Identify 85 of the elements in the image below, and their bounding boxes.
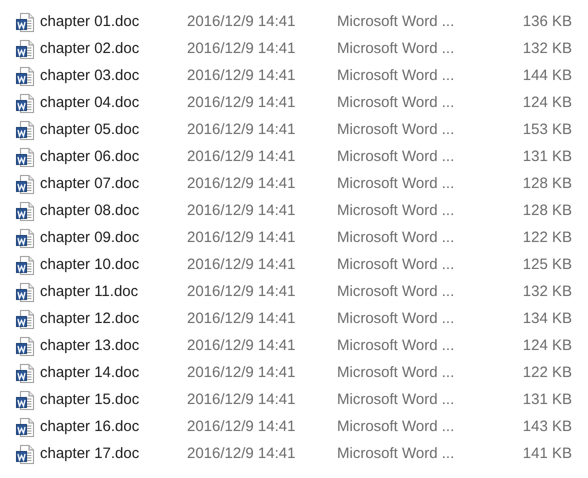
word-document-icon <box>16 283 34 302</box>
file-size: 131 KB <box>522 147 572 168</box>
file-name: chapter 08.doc <box>40 201 140 222</box>
date-modified: 2016/12/9 14:41 <box>187 12 296 32</box>
file-size: 132 KB <box>522 39 572 60</box>
file-size: 134 KB <box>522 309 572 330</box>
word-document-icon <box>16 121 34 140</box>
file-name: chapter 13.doc <box>40 336 140 356</box>
file-name: chapter 15.doc <box>40 390 140 410</box>
word-document-icon <box>16 256 34 275</box>
word-document-icon <box>16 40 34 59</box>
file-type: Microsoft Word ... <box>337 39 456 60</box>
date-modified: 2016/12/9 14:41 <box>187 120 296 140</box>
file-size: 124 KB <box>522 93 572 114</box>
file-name: chapter 09.doc <box>40 228 140 248</box>
file-name: chapter 03.doc <box>40 66 140 86</box>
file-name: chapter 14.doc <box>40 363 140 384</box>
file-name: chapter 07.doc <box>40 174 140 194</box>
file-type: Microsoft Word ... <box>337 66 456 86</box>
file-name: chapter 12.doc <box>40 309 140 330</box>
file-size: 153 KB <box>522 120 572 140</box>
word-document-icon <box>16 13 34 32</box>
file-size: 143 KB <box>522 417 572 438</box>
file-size: 136 KB <box>522 12 572 32</box>
file-type: Microsoft Word ... <box>337 228 456 248</box>
file-type: Microsoft Word ... <box>337 363 456 384</box>
file-size: 122 KB <box>522 228 572 248</box>
file-type: Microsoft Word ... <box>337 255 456 276</box>
word-document-icon <box>16 202 34 221</box>
file-name: chapter 04.doc <box>40 93 140 114</box>
date-modified: 2016/12/9 14:41 <box>187 336 296 356</box>
file-type: Microsoft Word ... <box>337 120 456 140</box>
date-modified: 2016/12/9 14:41 <box>187 93 296 114</box>
word-document-icon <box>16 445 34 464</box>
date-modified: 2016/12/9 14:41 <box>187 201 296 222</box>
date-modified: 2016/12/9 14:41 <box>187 390 296 410</box>
file-size: 144 KB <box>522 66 572 86</box>
file-type: Microsoft Word ... <box>337 336 456 356</box>
word-document-icon <box>16 175 34 194</box>
word-document-icon <box>16 67 34 86</box>
file-type: Microsoft Word ... <box>337 390 456 410</box>
word-document-icon <box>16 94 34 113</box>
file-type: Microsoft Word ... <box>337 417 456 438</box>
file-type: Microsoft Word ... <box>337 12 456 32</box>
file-type: Microsoft Word ... <box>337 309 456 330</box>
date-modified: 2016/12/9 14:41 <box>187 282 296 302</box>
date-modified: 2016/12/9 14:41 <box>187 255 296 276</box>
word-document-icon <box>16 229 34 248</box>
word-document-icon <box>16 391 34 410</box>
date-modified: 2016/12/9 14:41 <box>187 66 296 86</box>
file-size: 128 KB <box>522 201 572 222</box>
file-size: 122 KB <box>522 363 572 384</box>
word-document-icon <box>16 148 34 167</box>
date-modified: 2016/12/9 14:41 <box>187 363 296 384</box>
date-modified: 2016/12/9 14:41 <box>187 174 296 194</box>
file-size: 124 KB <box>522 336 572 356</box>
file-size: 125 KB <box>522 255 572 276</box>
file-name: chapter 05.doc <box>40 120 140 140</box>
word-document-icon <box>16 418 34 437</box>
file-type: Microsoft Word ... <box>337 147 456 168</box>
file-size: 141 KB <box>522 444 572 464</box>
date-modified: 2016/12/9 14:41 <box>187 39 296 60</box>
file-type: Microsoft Word ... <box>337 201 456 222</box>
file-size: 132 KB <box>522 282 572 302</box>
date-modified: 2016/12/9 14:41 <box>187 444 296 464</box>
file-name: chapter 06.doc <box>40 147 140 168</box>
file-name: chapter 01.doc <box>40 12 140 32</box>
date-modified: 2016/12/9 14:41 <box>187 147 296 168</box>
file-size: 128 KB <box>522 174 572 194</box>
date-modified: 2016/12/9 14:41 <box>187 417 296 438</box>
word-document-icon <box>16 364 34 383</box>
file-name: chapter 17.doc <box>40 444 140 464</box>
word-document-icon <box>16 337 34 356</box>
file-size: 131 KB <box>522 390 572 410</box>
file-type: Microsoft Word ... <box>337 444 456 464</box>
file-type: Microsoft Word ... <box>337 282 456 302</box>
file-name: chapter 11.doc <box>40 282 140 302</box>
file-name: chapter 10.doc <box>40 255 140 276</box>
file-name: chapter 16.doc <box>40 417 140 438</box>
file-type: Microsoft Word ... <box>337 174 456 194</box>
word-document-icon <box>16 310 34 329</box>
file-type: Microsoft Word ... <box>337 93 456 114</box>
date-modified: 2016/12/9 14:41 <box>187 228 296 248</box>
date-modified: 2016/12/9 14:41 <box>187 309 296 330</box>
file-name: chapter 02.doc <box>40 39 140 60</box>
